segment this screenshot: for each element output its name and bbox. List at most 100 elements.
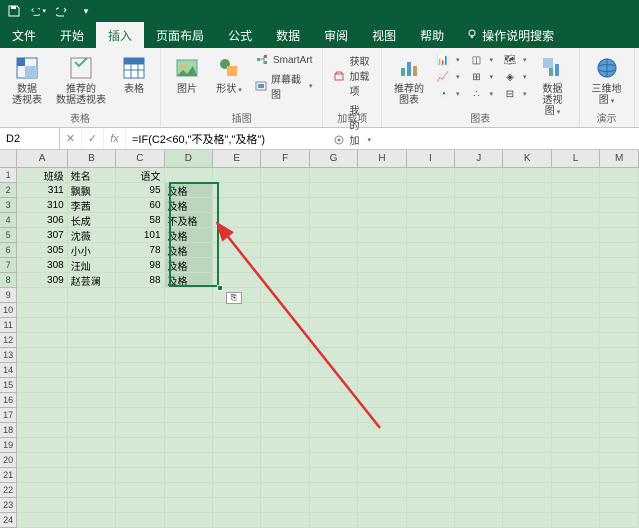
cell-B7[interactable]: 汪灿 bbox=[68, 258, 116, 273]
row-header-1[interactable]: 1 bbox=[0, 168, 17, 183]
cell-K22[interactable] bbox=[503, 483, 551, 498]
cell-L14[interactable] bbox=[552, 363, 600, 378]
cell-I18[interactable] bbox=[407, 423, 455, 438]
cell-C10[interactable] bbox=[116, 303, 164, 318]
cell-I15[interactable] bbox=[407, 378, 455, 393]
undo-icon[interactable]: ▾ bbox=[30, 3, 46, 19]
cell-I3[interactable] bbox=[407, 198, 455, 213]
cell-I24[interactable] bbox=[407, 513, 455, 528]
row-header-10[interactable]: 10 bbox=[0, 303, 17, 318]
cell-L20[interactable] bbox=[552, 453, 600, 468]
formula-input[interactable]: =IF(C2<60,"不及格","及格") bbox=[126, 128, 639, 149]
cell-J23[interactable] bbox=[455, 498, 503, 513]
cell-B16[interactable] bbox=[68, 393, 116, 408]
cell-C24[interactable] bbox=[116, 513, 164, 528]
select-all-corner[interactable] bbox=[0, 150, 17, 167]
cell-E6[interactable] bbox=[213, 243, 261, 258]
cell-I21[interactable] bbox=[407, 468, 455, 483]
cell-F10[interactable] bbox=[261, 303, 309, 318]
cell-A2[interactable]: 311 bbox=[17, 183, 67, 198]
col-header-B[interactable]: B bbox=[68, 150, 116, 167]
cell-K4[interactable] bbox=[503, 213, 551, 228]
row-header-4[interactable]: 4 bbox=[0, 213, 17, 228]
cell-J16[interactable] bbox=[455, 393, 503, 408]
cell-M21[interactable] bbox=[600, 468, 639, 483]
cell-C12[interactable] bbox=[116, 333, 164, 348]
cell-G19[interactable] bbox=[310, 438, 358, 453]
cell-L11[interactable] bbox=[552, 318, 600, 333]
autofill-options-icon[interactable]: ⎘ bbox=[226, 292, 242, 304]
cell-I14[interactable] bbox=[407, 363, 455, 378]
cell-E8[interactable] bbox=[213, 273, 261, 288]
cell-D8[interactable]: 及格 bbox=[165, 273, 213, 288]
cell-C20[interactable] bbox=[116, 453, 164, 468]
cell-C23[interactable] bbox=[116, 498, 164, 513]
cell-C4[interactable]: 58 bbox=[116, 213, 164, 228]
cell-M10[interactable] bbox=[600, 303, 639, 318]
col-header-K[interactable]: K bbox=[503, 150, 551, 167]
cell-F23[interactable] bbox=[261, 498, 309, 513]
col-header-E[interactable]: E bbox=[213, 150, 261, 167]
row-header-11[interactable]: 11 bbox=[0, 318, 17, 333]
row-header-23[interactable]: 23 bbox=[0, 498, 17, 513]
tab-help[interactable]: 帮助 bbox=[408, 22, 456, 48]
cell-A22[interactable] bbox=[17, 483, 67, 498]
chart-line-button[interactable]: 📈▾ bbox=[434, 69, 462, 85]
cell-D19[interactable] bbox=[165, 438, 213, 453]
cell-F7[interactable] bbox=[261, 258, 309, 273]
cell-M19[interactable] bbox=[600, 438, 639, 453]
cell-K1[interactable] bbox=[503, 168, 551, 183]
cell-G21[interactable] bbox=[310, 468, 358, 483]
col-header-C[interactable]: C bbox=[116, 150, 164, 167]
cell-I4[interactable] bbox=[407, 213, 455, 228]
cell-K9[interactable] bbox=[503, 288, 551, 303]
cell-B13[interactable] bbox=[68, 348, 116, 363]
pivot-table-button[interactable]: 数据 透视表 bbox=[8, 52, 46, 108]
cell-B15[interactable] bbox=[68, 378, 116, 393]
cell-L16[interactable] bbox=[552, 393, 600, 408]
cell-J22[interactable] bbox=[455, 483, 503, 498]
cell-H19[interactable] bbox=[358, 438, 406, 453]
cell-B1[interactable]: 姓名 bbox=[68, 168, 116, 183]
cell-A16[interactable] bbox=[17, 393, 67, 408]
cell-D14[interactable] bbox=[165, 363, 213, 378]
get-addins-button[interactable]: 获取加载项 bbox=[331, 52, 373, 99]
cell-H18[interactable] bbox=[358, 423, 406, 438]
cell-M7[interactable] bbox=[600, 258, 639, 273]
col-header-I[interactable]: I bbox=[407, 150, 455, 167]
cell-I13[interactable] bbox=[407, 348, 455, 363]
cell-K15[interactable] bbox=[503, 378, 551, 393]
cell-F13[interactable] bbox=[261, 348, 309, 363]
cell-J10[interactable] bbox=[455, 303, 503, 318]
cell-G16[interactable] bbox=[310, 393, 358, 408]
tell-me[interactable]: 操作说明搜索 bbox=[466, 22, 554, 48]
cell-L15[interactable] bbox=[552, 378, 600, 393]
cell-E3[interactable] bbox=[213, 198, 261, 213]
cell-H21[interactable] bbox=[358, 468, 406, 483]
cell-G3[interactable] bbox=[310, 198, 358, 213]
cell-M20[interactable] bbox=[600, 453, 639, 468]
cell-L13[interactable] bbox=[552, 348, 600, 363]
row-header-24[interactable]: 24 bbox=[0, 513, 17, 528]
cell-I11[interactable] bbox=[407, 318, 455, 333]
worksheet-grid[interactable]: ABCDEFGHIJKLM1班级姓名语文2311飘飘95及格3310李茜60及格… bbox=[0, 150, 639, 528]
cell-L21[interactable] bbox=[552, 468, 600, 483]
row-header-2[interactable]: 2 bbox=[0, 183, 17, 198]
cell-C21[interactable] bbox=[116, 468, 164, 483]
cell-L3[interactable] bbox=[552, 198, 600, 213]
screenshot-button[interactable]: 屏幕截图▾ bbox=[253, 70, 314, 102]
formula-cancel-icon[interactable]: ✕ bbox=[60, 128, 82, 149]
cell-D6[interactable]: 及格 bbox=[165, 243, 213, 258]
cell-D7[interactable]: 及格 bbox=[165, 258, 213, 273]
tab-insert[interactable]: 插入 bbox=[96, 22, 144, 48]
cell-K6[interactable] bbox=[503, 243, 551, 258]
cell-D15[interactable] bbox=[165, 378, 213, 393]
tab-layout[interactable]: 页面布局 bbox=[144, 22, 216, 48]
redo-icon[interactable] bbox=[54, 3, 70, 19]
cell-B8[interactable]: 赵芸澜 bbox=[68, 273, 116, 288]
cell-C8[interactable]: 88 bbox=[116, 273, 164, 288]
cell-I17[interactable] bbox=[407, 408, 455, 423]
chart-col-button[interactable]: 📊▾ bbox=[434, 52, 462, 68]
cell-J17[interactable] bbox=[455, 408, 503, 423]
cell-G5[interactable] bbox=[310, 228, 358, 243]
